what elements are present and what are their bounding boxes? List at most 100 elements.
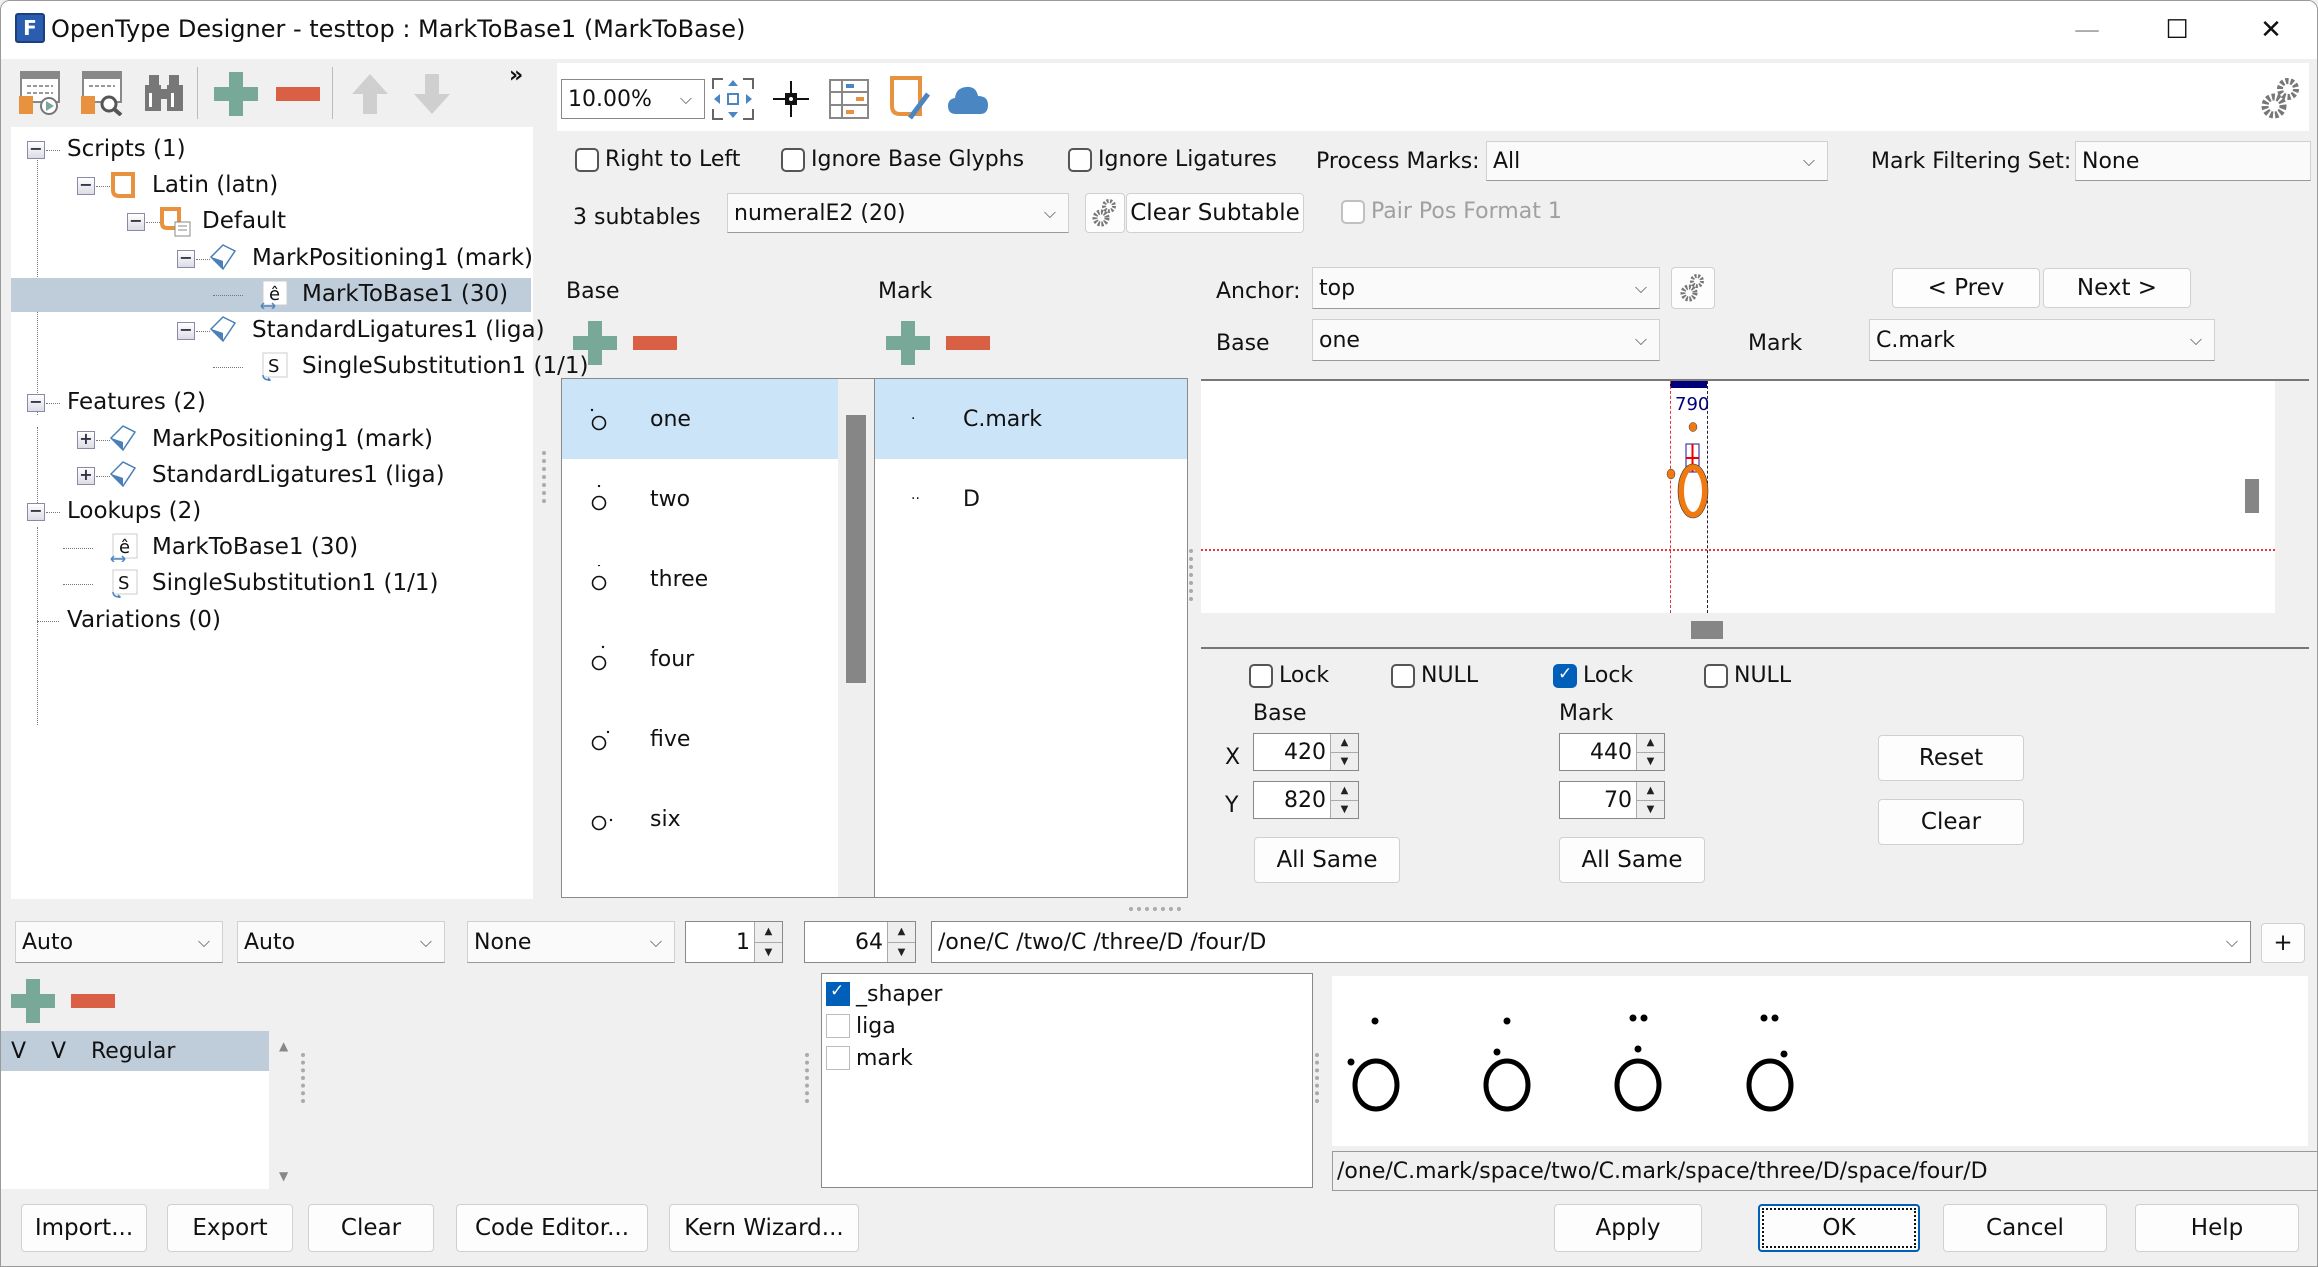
ignore-base-glyphs-box[interactable] <box>781 148 805 172</box>
base-glyph-row[interactable]: four <box>562 619 838 699</box>
spin-up-icon[interactable]: ▲ <box>755 922 782 943</box>
line-count-spinner[interactable]: 1 ▲ ▼ <box>685 921 783 963</box>
preview-text-combo[interactable]: /one/C /two/C /three/D /four/D ⌵ <box>931 921 2251 963</box>
add-instance-button[interactable] <box>9 976 57 1026</box>
feature-checklist-item[interactable]: liga <box>826 1010 896 1042</box>
clear-subtable-button[interactable]: Clear Subtable <box>1126 193 1304 233</box>
tree-item[interactable]: S SingleSubstitution1 (1/1) <box>11 567 531 601</box>
add-icon[interactable] <box>211 69 261 119</box>
base-all-same-button[interactable]: All Same <box>1254 837 1400 883</box>
spin-down-icon[interactable]: ▼ <box>1331 801 1358 819</box>
clear-anchor-button[interactable]: Clear <box>1878 799 2024 845</box>
collapse-icon[interactable]: − <box>127 213 145 232</box>
collapse-icon[interactable]: − <box>177 322 195 340</box>
remove-base-button[interactable] <box>631 319 679 367</box>
collapse-icon[interactable]: − <box>27 141 45 159</box>
tree-item[interactable]: − Scripts (1) <box>11 133 531 167</box>
remove-mark-button[interactable] <box>944 319 992 367</box>
anchor-settings-button[interactable] <box>1671 267 1715 309</box>
mark-lock-checkbox[interactable]: Lock <box>1553 663 1633 688</box>
base-lock-box[interactable] <box>1249 664 1273 688</box>
scroll-down-icon[interactable]: ▼ <box>279 1169 288 1183</box>
tree-item[interactable]: ê MarkToBase1 (30) <box>11 531 531 565</box>
tree-item[interactable]: Variations (0) <box>11 604 531 638</box>
collapse-icon[interactable]: − <box>77 177 95 196</box>
cloud-icon[interactable] <box>943 75 993 123</box>
splitter-grip[interactable] <box>805 1053 809 1103</box>
move-down-icon[interactable] <box>407 69 457 119</box>
apply-button[interactable]: Apply <box>1554 1204 1702 1252</box>
subtable-combo[interactable]: numeralE2 (20) ⌵ <box>727 193 1069 233</box>
spin-down-icon[interactable]: ▼ <box>1637 801 1664 819</box>
base-lock-checkbox[interactable]: Lock <box>1249 663 1329 688</box>
spin-up-icon[interactable]: ▲ <box>1331 734 1358 753</box>
tree-item[interactable]: − Lookups (2) <box>11 495 531 529</box>
spin-down-icon[interactable]: ▼ <box>888 943 915 963</box>
spin-down-icon[interactable]: ▼ <box>1637 753 1664 771</box>
base-list-scrollbar[interactable] <box>838 379 874 897</box>
direction-combo[interactable]: Auto ⌵ <box>15 921 223 963</box>
tree-item[interactable]: − MarkPositioning1 (mark) <box>11 242 533 276</box>
splitter-grip[interactable] <box>1189 549 1193 601</box>
expand-icon[interactable]: + <box>77 466 95 485</box>
add-base-button[interactable] <box>571 319 619 367</box>
base-null-checkbox[interactable]: NULL <box>1391 663 1478 688</box>
import-button[interactable]: Import... <box>21 1204 147 1252</box>
cancel-button[interactable]: Cancel <box>1943 1204 2107 1252</box>
right-to-left-checkbox[interactable]: Right to Left <box>575 147 740 172</box>
base-x-spinner[interactable]: 420 ▲ ▼ <box>1253 733 1359 771</box>
anchor-base-combo[interactable]: one ⌵ <box>1312 319 1660 361</box>
mark-all-same-button[interactable]: All Same <box>1559 837 1705 883</box>
horizontal-scrollbar-thumb[interactable] <box>1691 621 1723 639</box>
tree-item[interactable]: − StandardLigatures1 (liga) <box>11 314 545 348</box>
spin-up-icon[interactable]: ▲ <box>888 922 915 943</box>
collapse-icon[interactable]: − <box>27 394 45 413</box>
mark-x-spinner[interactable]: 440 ▲ ▼ <box>1559 733 1665 771</box>
glyph-table-icon[interactable] <box>825 75 873 123</box>
mark-null-checkbox[interactable]: NULL <box>1704 663 1791 688</box>
base-y-spinner[interactable]: 820 ▲ ▼ <box>1253 781 1359 819</box>
glyph-string-field[interactable]: /one/C.mark/space/two/C.mark/space/three… <box>1332 1151 2317 1191</box>
pair-pos-format-checkbox[interactable]: Pair Pos Format 1 <box>1341 199 1562 224</box>
fit-view-icon[interactable] <box>709 75 757 123</box>
spin-up-icon[interactable]: ▲ <box>1331 782 1358 801</box>
instance-row[interactable]: V V Regular <box>1 1031 269 1071</box>
ignore-base-glyphs-checkbox[interactable]: Ignore Base Glyphs <box>781 147 1024 172</box>
tree-item[interactable]: S SingleSubstitution1 (1/1) <box>11 350 588 384</box>
splitter-grip[interactable] <box>1315 1053 1319 1103</box>
splitter-grip[interactable] <box>542 451 546 503</box>
base-glyph-row[interactable]: one <box>562 379 838 459</box>
spin-up-icon[interactable]: ▲ <box>1637 782 1664 801</box>
kern-wizard-button[interactable]: Kern Wizard... <box>669 1204 859 1252</box>
ok-button[interactable]: OK <box>1758 1204 1920 1252</box>
remove-icon[interactable] <box>273 69 323 119</box>
mark-lock-box[interactable] <box>1553 664 1577 688</box>
subtable-settings-button[interactable] <box>1085 193 1125 233</box>
feature-checklist-item[interactable]: mark <box>826 1042 913 1074</box>
apply-feature-icon[interactable] <box>15 67 65 119</box>
gears-icon[interactable] <box>2257 73 2305 123</box>
language-combo[interactable]: None ⌵ <box>467 921 675 963</box>
export-button[interactable]: Export <box>167 1204 293 1252</box>
help-button[interactable]: Help <box>2135 1204 2299 1252</box>
ignore-ligatures-box[interactable] <box>1068 148 1092 172</box>
spin-down-icon[interactable]: ▼ <box>755 943 782 963</box>
mark-glyph-row[interactable]: ·· D <box>875 459 1187 539</box>
move-up-icon[interactable] <box>345 69 395 119</box>
crosshair-icon[interactable] <box>767 75 815 123</box>
spin-up-icon[interactable]: ▲ <box>1637 734 1664 753</box>
add-preview-text-button[interactable]: + <box>2261 923 2305 963</box>
zoom-combo[interactable]: 10.00% ⌵ <box>561 79 705 119</box>
base-glyph-row[interactable]: six <box>562 779 838 859</box>
preview-feature-icon[interactable] <box>77 67 127 119</box>
splitter-grip[interactable] <box>301 1053 305 1103</box>
tree-item[interactable]: + StandardLigatures1 (liga) <box>11 459 531 493</box>
maximize-button[interactable]: ☐ <box>2144 1 2210 59</box>
feature-checkbox[interactable] <box>826 1046 850 1070</box>
toolbar-overflow-button[interactable]: » <box>509 63 523 88</box>
vertical-scrollbar-thumb[interactable] <box>2245 479 2259 513</box>
right-to-left-box[interactable] <box>575 148 599 172</box>
base-glyph-row[interactable]: five <box>562 699 838 779</box>
tree-item[interactable]: − Latin (latn) <box>11 169 531 203</box>
mark-filtering-set-field[interactable]: None <box>2075 141 2311 181</box>
